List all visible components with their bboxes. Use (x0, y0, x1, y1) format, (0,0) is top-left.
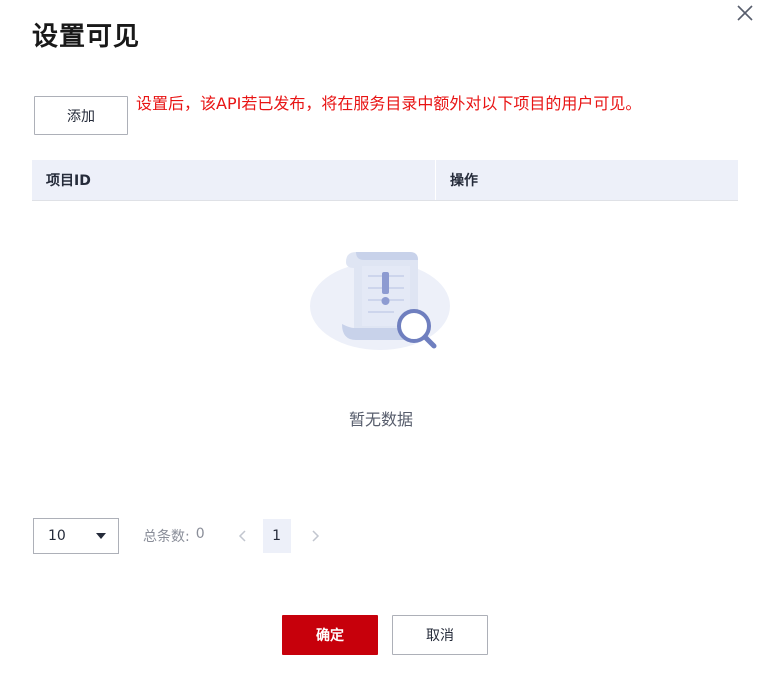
cancel-button[interactable]: 取消 (392, 615, 488, 655)
table-header: 项目ID 操作 (32, 160, 738, 201)
page-size-select[interactable]: 10 (33, 518, 119, 554)
pagination: 10 总条数: 0 1 (33, 518, 323, 554)
chevron-left-icon[interactable] (235, 528, 251, 544)
chevron-right-icon[interactable] (307, 528, 323, 544)
total-count-value: 0 (195, 526, 205, 542)
visibility-warning-text: 设置后，该API若已发布，将在服务目录中额外对以下项目的用户可见。 (136, 94, 642, 113)
column-header-operation: 操作 (450, 173, 478, 189)
project-table: 项目ID 操作 (32, 160, 738, 201)
dialog-title: 设置可见 (32, 22, 141, 52)
page-number-1[interactable]: 1 (262, 519, 291, 553)
add-button[interactable]: 添加 (34, 96, 128, 135)
caret-down-icon (96, 533, 106, 539)
page-size-value: 10 (48, 528, 66, 544)
column-header-project-id: 项目ID (32, 160, 436, 200)
empty-state-text: 暂无数据 (348, 410, 413, 429)
close-icon[interactable] (734, 2, 756, 24)
empty-document-search-icon (310, 252, 450, 350)
confirm-button[interactable]: 确定 (282, 615, 378, 655)
total-count-label: 总条数: (143, 529, 190, 545)
total-count: 总条数: 0 (143, 526, 205, 546)
empty-state: 暂无数据 (0, 244, 762, 430)
set-visibility-dialog: 设置可见 添加 设置后，该API若已发布，将在服务目录中额外对以下项目的用户可见… (0, 0, 762, 678)
